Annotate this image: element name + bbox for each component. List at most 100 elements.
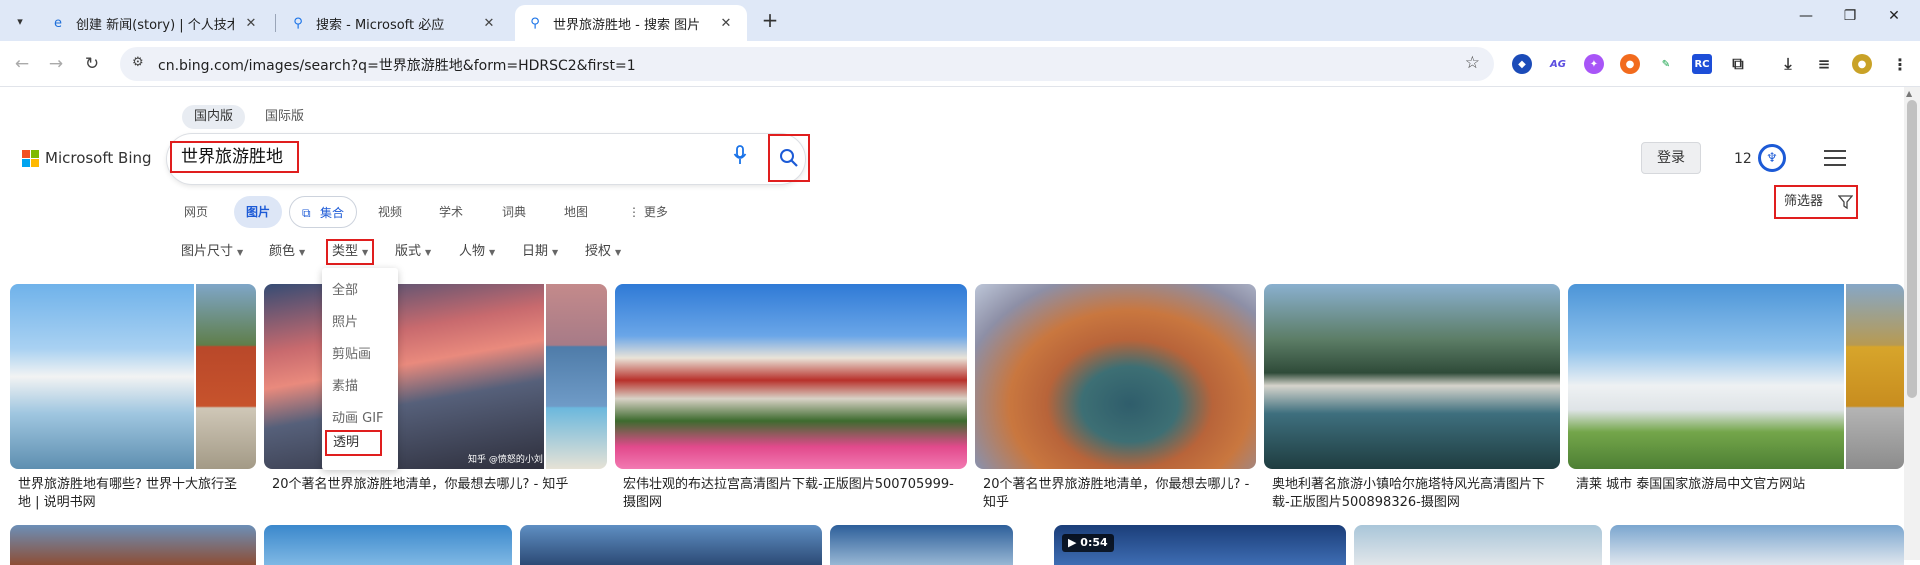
type-option-clipart[interactable]: 剪贴画 [332, 344, 371, 366]
close-icon[interactable]: ✕ [717, 16, 735, 31]
browser-tab-1[interactable]: e 创建 新闻(story) | 个人技术网_ ✕ [38, 5, 272, 41]
extension-ai-icon[interactable]: ✦ [1584, 54, 1604, 74]
tab-maps[interactable]: 地图 [552, 196, 600, 228]
new-tab-button[interactable]: + [758, 9, 782, 31]
search-button[interactable] [768, 134, 810, 182]
forward-icon[interactable]: → [44, 52, 68, 76]
tab-collections[interactable]: ⧉ 集合 [289, 196, 358, 228]
result-image-5[interactable] [1264, 284, 1560, 469]
result-image-12[interactable] [1354, 525, 1602, 565]
tab-more[interactable]: ⋮ 更多 [616, 196, 680, 228]
address-bar[interactable]: ⚙ cn.bing.com/images/search?q=世界旅游胜地&for… [120, 47, 1494, 81]
extension-rc-label: RC [1694, 58, 1710, 70]
result-image-10[interactable] [830, 525, 1013, 565]
restore-icon[interactable]: ❐ [1836, 8, 1864, 24]
tab-divider [275, 14, 276, 32]
page-scrollbar-thumb[interactable] [1907, 100, 1917, 398]
filter-license[interactable]: 授权 ▼ [585, 242, 621, 262]
rewards-trophy-icon[interactable]: ♆ [1758, 144, 1786, 172]
extension-ag-label: AG [1550, 58, 1566, 70]
caret-down-icon: ▼ [299, 248, 306, 257]
tab-academic[interactable]: 学术 [427, 196, 475, 228]
type-option-photo[interactable]: 照片 [332, 312, 358, 334]
market-domestic-tab[interactable]: 国内版 [182, 105, 246, 129]
result-caption-4[interactable]: 20个著名世界旅游胜地清单，你最想去哪儿? - 知乎 [983, 476, 1251, 512]
tab-title: 搜索 - Microsoft 必应 [316, 17, 445, 33]
tab-search-menu-button[interactable]: ▾ [8, 9, 32, 33]
close-icon[interactable]: ✕ [480, 16, 498, 31]
result-image-8[interactable] [264, 525, 512, 565]
back-icon[interactable]: ← [10, 52, 34, 76]
url-text[interactable]: cn.bing.com/images/search?q=世界旅游胜地&form=… [158, 55, 636, 75]
extension-ag-icon[interactable]: AG [1548, 54, 1568, 74]
filter-date[interactable]: 日期 ▼ [522, 242, 558, 262]
browser-menu-icon[interactable]: ⋮ [1890, 54, 1910, 74]
result-image-2[interactable]: 知乎 @愤怒的小刘 [264, 284, 607, 469]
bookmark-star-icon[interactable]: ☆ [1465, 53, 1480, 73]
download-icon[interactable]: ⤓ [1778, 54, 1798, 74]
result-image-9[interactable] [520, 525, 822, 565]
type-option-line-drawing[interactable]: 素描 [332, 376, 358, 398]
filter-label: 筛选器 [1784, 194, 1824, 209]
extension-shield-icon[interactable]: ◆ [1512, 54, 1532, 74]
result-caption-6[interactable]: 清莱 城市 泰国国家旅游局中文官方网站 [1576, 476, 1900, 494]
result-image-1[interactable] [10, 284, 256, 469]
search-favicon-icon: ⚲ [293, 15, 303, 31]
browser-tab-3-active[interactable]: ⚲ 世界旅游胜地 - 搜索 图片 ✕ [515, 5, 747, 41]
filter-color[interactable]: 颜色 ▼ [269, 242, 305, 262]
result-caption-2[interactable]: 20个著名世界旅游胜地清单，你最想去哪儿? - 知乎 [272, 476, 602, 494]
taj-mahal-image [10, 284, 194, 469]
type-option-all[interactable]: 全部 [332, 280, 358, 302]
tab-collections-label: 集合 [320, 206, 345, 220]
type-option-animated-gif[interactable]: 动画 GIF [332, 408, 384, 430]
result-caption-5[interactable]: 奥地利著名旅游小镇哈尔施塔特风光高清图片下载-正版图片500898326-摄图网 [1272, 476, 1556, 512]
search-input[interactable]: 世界旅游胜地 [170, 141, 299, 173]
result-image-4[interactable] [975, 284, 1256, 469]
result-image-13[interactable] [1610, 525, 1904, 565]
extension-green-icon[interactable]: ✎ [1656, 54, 1676, 74]
reload-icon[interactable]: ↻ [80, 52, 104, 76]
market-international-tab[interactable]: 国际版 [253, 105, 316, 129]
filter-layout[interactable]: 版式 ▼ [395, 242, 431, 262]
filter-button[interactable]: 筛选器 [1774, 185, 1858, 219]
microphone-icon[interactable] [733, 145, 747, 170]
result-image-6[interactable] [1568, 284, 1904, 469]
thumbnail-strip [546, 284, 607, 469]
search-favicon-icon: ⚲ [530, 15, 540, 31]
search-icon [780, 149, 798, 167]
result-image-3[interactable] [615, 284, 967, 469]
hamburger-menu-icon[interactable] [1824, 150, 1846, 166]
signin-button[interactable]: 登录 [1641, 142, 1701, 174]
browser-tab-2[interactable]: ⚲ 搜索 - Microsoft 必应 ✕ [278, 5, 510, 41]
bing-logo[interactable]: Microsoft Bing [22, 149, 152, 167]
caret-down-icon: ▼ [615, 248, 622, 257]
filter-image-size[interactable]: 图片尺寸 ▼ [181, 242, 243, 262]
result-caption-1[interactable]: 世界旅游胜地有哪些? 世界十大旅行圣地 | 说明书网 [18, 476, 250, 512]
type-option-transparent[interactable]: 透明 [325, 430, 382, 456]
extensions-puzzle-icon[interactable]: ⧉ [1728, 54, 1748, 74]
tab-dictionary[interactable]: 词典 [490, 196, 538, 228]
tab-videos[interactable]: 视频 [366, 196, 414, 228]
scroll-up-arrow-icon[interactable]: ▲ [1906, 89, 1912, 98]
extension-rc-icon[interactable]: RC [1692, 54, 1712, 74]
browser-toolbar: ← → ↻ ⚙ cn.bing.com/images/search?q=世界旅游… [0, 41, 1920, 87]
close-window-icon[interactable]: ✕ [1880, 8, 1908, 24]
tab-images[interactable]: 图片 [234, 196, 283, 228]
result-caption-3[interactable]: 宏伟壮观的布达拉宫高清图片下载-正版图片500705999-摄图网 [623, 476, 963, 512]
video-duration: 0:54 [1080, 536, 1108, 549]
tab-web[interactable]: 网页 [172, 196, 220, 228]
filter-label: 版式 [395, 244, 422, 259]
type-dropdown-menu: 全部 照片 剪贴画 素描 动画 GIF 透明 [322, 268, 398, 470]
mountain-sunset-image [264, 284, 544, 469]
minimize-icon[interactable]: — [1792, 8, 1820, 24]
rewards-count[interactable]: 12 [1734, 151, 1752, 167]
profile-avatar[interactable]: ● [1852, 54, 1872, 74]
site-info-icon[interactable]: ⚙ [132, 55, 144, 70]
result-image-7[interactable] [10, 525, 256, 565]
media-control-icon[interactable]: ≡ [1814, 54, 1834, 74]
collections-icon: ⧉ [302, 206, 311, 220]
filter-people[interactable]: 人物 ▼ [459, 242, 495, 262]
extension-orange-icon[interactable]: ● [1620, 54, 1640, 74]
close-icon[interactable]: ✕ [242, 16, 260, 31]
filter-type[interactable]: 类型 ▼ [326, 239, 375, 265]
